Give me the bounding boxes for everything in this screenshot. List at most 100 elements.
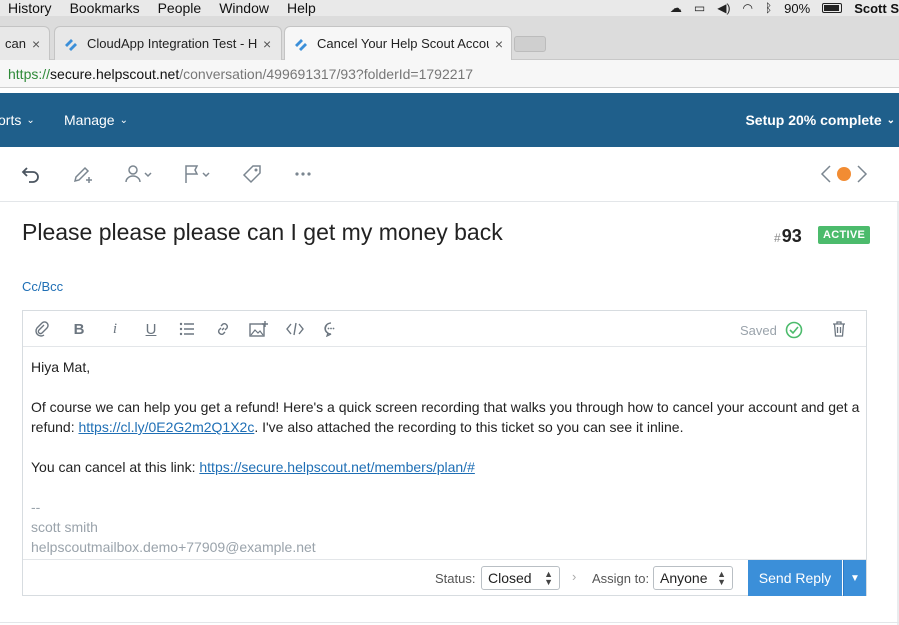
signature: -- scott smith helpscoutmailbox.demo+779… — [31, 497, 861, 557]
saved-reply-icon[interactable] — [321, 319, 341, 339]
ticket-hash: # — [774, 231, 781, 245]
assign-value: Anyone — [660, 570, 708, 586]
tab-title: can — [5, 36, 26, 51]
close-icon[interactable]: × — [495, 36, 503, 52]
list-icon[interactable] — [177, 319, 197, 339]
tab-title: Cancel Your Help Scout Accou — [317, 36, 489, 51]
chevron-down-icon: ▼ — [850, 572, 860, 584]
url-path: /conversation/499691317/93?folderId=1792… — [179, 65, 474, 82]
chevron-right-icon[interactable] — [855, 163, 869, 185]
menu-bookmarks[interactable]: Bookmarks — [70, 0, 140, 16]
conversation-pager — [819, 163, 869, 185]
send-reply-button[interactable]: Send Reply — [748, 560, 842, 596]
trash-icon[interactable] — [829, 319, 849, 339]
cancel-link[interactable]: https://secure.helpscout.net/members/pla… — [199, 459, 474, 475]
reply-footer: Status: Closed ▲ ▼ › Assign to: Anyone ▲ ▼… — [23, 559, 866, 596]
select-arrows-icon: ▲ ▼ — [544, 569, 553, 587]
wifi-icon[interactable]: ◠ — [742, 1, 752, 15]
status-area: ☁ ▭ ◀) ◠ ᛒ 90% Scott S — [670, 0, 899, 16]
saved-label: Saved — [740, 322, 777, 338]
assign-label: Assign to: — [592, 571, 650, 586]
sig-email: helpscoutmailbox.demo+77909@example.net — [31, 539, 316, 555]
chevron-down-icon: ⌄ — [119, 114, 128, 126]
close-icon[interactable]: × — [263, 36, 271, 52]
bluetooth-icon[interactable]: ᛒ — [765, 1, 772, 15]
tab-cancel-account[interactable]: Cancel Your Help Scout Accou × — [284, 26, 512, 60]
chevron-left-icon[interactable] — [819, 163, 833, 185]
chevron-right-icon: › — [572, 569, 577, 584]
helpscout-favicon-icon — [295, 38, 307, 51]
setup-progress[interactable]: Setup 20% complete ⌄ — [745, 112, 895, 128]
sig-name: scott smith — [31, 519, 98, 535]
select-arrows-icon: ▲ ▼ — [717, 569, 726, 587]
status-select[interactable]: Closed ▲ ▼ — [481, 566, 560, 590]
undo-icon[interactable] — [21, 163, 41, 185]
status-label: Status: — [435, 571, 476, 586]
text-span: . I've also attached the recording to th… — [254, 419, 684, 435]
tab-partial[interactable]: can × — [0, 26, 50, 60]
body-paragraph: Of course we can help you get a refund! … — [31, 397, 861, 437]
presence-dot — [837, 167, 851, 181]
reply-body[interactable]: Hiya Mat, Of course we can help you get … — [31, 357, 861, 557]
send-options-button[interactable]: ▼ — [843, 560, 866, 596]
new-tab-button[interactable] — [514, 36, 546, 52]
attachment-icon[interactable] — [32, 319, 52, 339]
italic-icon[interactable]: i — [105, 319, 125, 339]
menu-people[interactable]: People — [158, 0, 202, 16]
check-circle-icon — [785, 321, 803, 339]
url-host: secure.helpscout.net — [50, 65, 180, 82]
cc-bcc-link[interactable]: Cc/Bcc — [22, 279, 63, 294]
body-paragraph: You can cancel at this link: https://sec… — [31, 457, 861, 477]
status-badge: ACTIVE — [818, 226, 871, 244]
menu-help[interactable]: Help — [287, 0, 316, 16]
tab-cloudapp[interactable]: CloudApp Integration Test - He × — [54, 26, 282, 60]
flag-icon[interactable] — [183, 163, 215, 185]
text-span: You can cancel at this link: — [31, 459, 200, 475]
nav-manage[interactable]: Manage ⌄ — [64, 112, 128, 128]
app-navbar: orts ⌄ Manage ⌄ Setup 20% complete ⌄ — [0, 93, 899, 147]
creative-cloud-icon[interactable]: ☁ — [670, 1, 682, 15]
airplay-icon[interactable]: ▭ — [694, 1, 705, 15]
menu-history[interactable]: History — [8, 0, 52, 16]
reply-editor: B i U Saved Hiya Mat, Of course we can h… — [22, 310, 867, 596]
url-scheme: https:// — [8, 65, 51, 82]
setup-label: Setup 20% complete — [745, 112, 882, 128]
editor-toolbar: B i U Saved — [23, 311, 866, 347]
close-icon[interactable]: × — [32, 36, 40, 52]
ticket-number-value: 93 — [781, 226, 802, 246]
bold-icon[interactable]: B — [69, 319, 89, 339]
saved-indicator: Saved — [740, 321, 803, 339]
menu-window[interactable]: Window — [219, 0, 269, 16]
tab-title: CloudApp Integration Test - He — [87, 36, 257, 51]
status-value: Closed — [488, 570, 532, 586]
helpscout-favicon-icon — [65, 38, 77, 51]
link-icon[interactable] — [213, 319, 233, 339]
nav-reports[interactable]: orts ⌄ — [0, 112, 35, 128]
assign-select[interactable]: Anyone ▲ ▼ — [653, 566, 733, 590]
code-icon[interactable] — [285, 319, 305, 339]
browser-tabbar: can × CloudApp Integration Test - He × C… — [0, 16, 899, 60]
nav-label: orts — [0, 112, 22, 128]
underline-icon[interactable]: U — [141, 319, 161, 339]
address-bar[interactable]: https:// secure.helpscout.net /conversat… — [0, 60, 899, 88]
divider — [0, 622, 899, 623]
insert-image-icon[interactable] — [249, 319, 269, 339]
volume-icon[interactable]: ◀) — [717, 1, 730, 15]
conversation-toolbar — [0, 147, 899, 202]
chevron-down-icon: ⌄ — [26, 114, 35, 126]
ticket-number: #93 — [774, 226, 802, 247]
edit-note-icon[interactable] — [72, 163, 96, 185]
battery-percent: 90% — [784, 0, 811, 16]
sig-dash: -- — [31, 499, 41, 515]
greeting: Hiya Mat, — [31, 359, 91, 375]
chevron-down-icon: ⌄ — [886, 114, 895, 126]
battery-icon[interactable] — [822, 3, 843, 13]
more-icon[interactable] — [294, 163, 312, 185]
recording-link[interactable]: https://cl.ly/0E2G2m2Q1X2c — [78, 419, 254, 435]
nav-label: Manage — [64, 112, 115, 128]
user-name[interactable]: Scott S — [854, 1, 899, 16]
conversation-subject: Please please please can I get my money … — [22, 219, 503, 245]
tag-icon[interactable] — [242, 163, 262, 185]
system-menubar: History Bookmarks People Window Help ☁ ▭… — [0, 0, 899, 16]
assign-user-icon[interactable] — [124, 163, 156, 185]
